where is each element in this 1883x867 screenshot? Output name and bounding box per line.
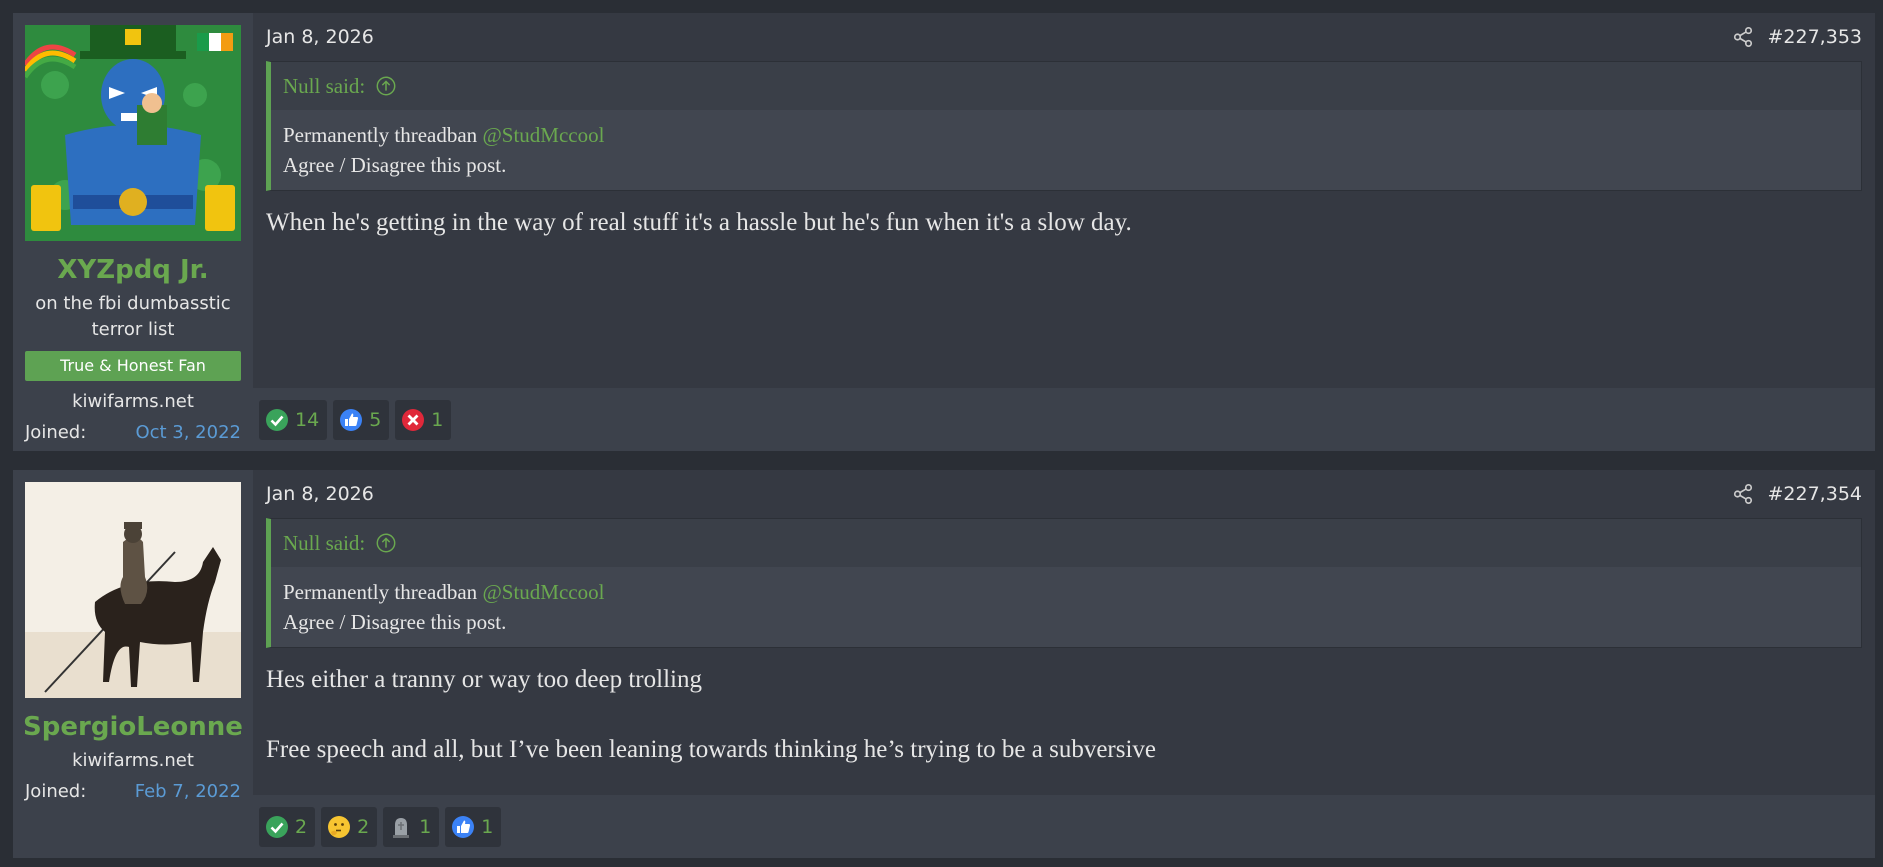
quote-header[interactable]: Null said: bbox=[271, 519, 1861, 567]
user-banner: True & Honest Fan bbox=[25, 351, 241, 381]
post-number[interactable]: #227,354 bbox=[1768, 483, 1863, 505]
user-info: SpergioLeonne kiwifarms.net Joined: Feb … bbox=[13, 470, 253, 858]
checkmark-icon bbox=[266, 408, 288, 431]
reaction-thumbs-up[interactable]: 5 bbox=[333, 399, 390, 440]
joined-label: Joined: bbox=[25, 781, 87, 802]
username[interactable]: XYZpdq Jr. bbox=[57, 253, 208, 287]
thumbs-up-icon bbox=[452, 815, 475, 838]
reaction-count: 2 bbox=[357, 815, 370, 838]
reactions-bar: 2 2 1 1 bbox=[253, 795, 1875, 858]
post-main: Jan 8, 2026 #227,353 Null said: Permanen… bbox=[253, 13, 1875, 451]
post: XYZpdq Jr. on the fbi dumbasstic terror … bbox=[13, 13, 1875, 451]
quote-line: Agree / Disagree this post. bbox=[283, 153, 507, 177]
reaction-count: 1 bbox=[481, 815, 494, 838]
quote-line: Agree / Disagree this post. bbox=[283, 610, 507, 634]
reaction-gravestone[interactable]: 1 bbox=[383, 806, 440, 847]
quote-header[interactable]: Null said: bbox=[271, 62, 1861, 110]
reaction-checkmark[interactable]: 2 bbox=[259, 806, 316, 847]
share-icon[interactable] bbox=[1732, 483, 1754, 505]
reaction-thumbs-up[interactable]: 1 bbox=[445, 806, 502, 847]
quote-text: Permanently threadban bbox=[283, 580, 478, 604]
post-date[interactable]: Jan 8, 2026 bbox=[266, 483, 374, 505]
user-title: on the fbi dumbasstic terror list bbox=[35, 293, 231, 340]
avatar[interactable] bbox=[25, 25, 241, 241]
thumbs-up-icon bbox=[340, 408, 363, 431]
thinking-face-icon bbox=[328, 815, 351, 838]
post-body: When he's getting in the way of real stu… bbox=[253, 191, 1875, 241]
user-site: kiwifarms.net bbox=[72, 750, 194, 771]
quote-text: Permanently threadban bbox=[283, 123, 478, 147]
user-mention[interactable]: @StudMccool bbox=[482, 580, 604, 604]
reaction-checkmark[interactable]: 14 bbox=[259, 399, 328, 440]
quote-block: Null said: Permanently threadban @StudMc… bbox=[266, 61, 1862, 191]
x-mark-icon bbox=[402, 408, 425, 431]
reaction-x-mark[interactable]: 1 bbox=[395, 399, 452, 440]
user-info: XYZpdq Jr. on the fbi dumbasstic terror … bbox=[13, 13, 253, 451]
post: SpergioLeonne kiwifarms.net Joined: Feb … bbox=[13, 470, 1875, 858]
post-number[interactable]: #227,353 bbox=[1768, 26, 1863, 48]
quote-block: Null said: Permanently threadban @StudMc… bbox=[266, 518, 1862, 648]
reaction-count: 14 bbox=[295, 408, 320, 431]
post-body: Hes either a tranny or way too deep trol… bbox=[253, 648, 1875, 768]
joined-label: Joined: bbox=[25, 422, 87, 443]
post-date[interactable]: Jan 8, 2026 bbox=[266, 26, 374, 48]
quote-body: Permanently threadban @StudMccool Agree … bbox=[271, 567, 1861, 647]
user-site: kiwifarms.net bbox=[72, 391, 194, 412]
reactions-bar: 14 5 1 bbox=[253, 388, 1875, 451]
post-main: Jan 8, 2026 #227,354 Null said: Permanen… bbox=[253, 470, 1875, 858]
reaction-count: 1 bbox=[431, 408, 444, 431]
quote-author[interactable]: Null said: bbox=[283, 531, 365, 556]
joined-row: Joined: Feb 7, 2022 bbox=[25, 778, 241, 806]
reaction-count: 5 bbox=[369, 408, 382, 431]
checkmark-icon bbox=[266, 815, 288, 838]
quote-body: Permanently threadban @StudMccool Agree … bbox=[271, 110, 1861, 190]
quote-author[interactable]: Null said: bbox=[283, 74, 365, 99]
user-mention[interactable]: @StudMccool bbox=[482, 123, 604, 147]
joined-date: Oct 3, 2022 bbox=[135, 422, 241, 443]
share-icon[interactable] bbox=[1732, 26, 1754, 48]
reaction-thinking[interactable]: 2 bbox=[321, 806, 378, 847]
joined-row: Joined: Oct 3, 2022 bbox=[25, 419, 241, 447]
avatar[interactable] bbox=[25, 482, 241, 698]
username[interactable]: SpergioLeonne bbox=[23, 710, 243, 744]
post-paragraph: When he's getting in the way of real stu… bbox=[266, 209, 1132, 236]
arrow-up-circle-icon[interactable] bbox=[375, 75, 397, 97]
post-paragraph: Hes either a tranny or way too deep trol… bbox=[266, 666, 702, 693]
arrow-up-circle-icon[interactable] bbox=[375, 532, 397, 554]
post-header: Jan 8, 2026 #227,353 bbox=[253, 13, 1875, 61]
reaction-count: 2 bbox=[295, 815, 308, 838]
post-header: Jan 8, 2026 #227,354 bbox=[253, 470, 1875, 518]
gravestone-icon bbox=[393, 817, 410, 838]
joined-date: Feb 7, 2022 bbox=[134, 781, 241, 802]
post-paragraph: Free speech and all, but I’ve been leani… bbox=[266, 736, 1157, 763]
reaction-count: 1 bbox=[419, 815, 432, 838]
